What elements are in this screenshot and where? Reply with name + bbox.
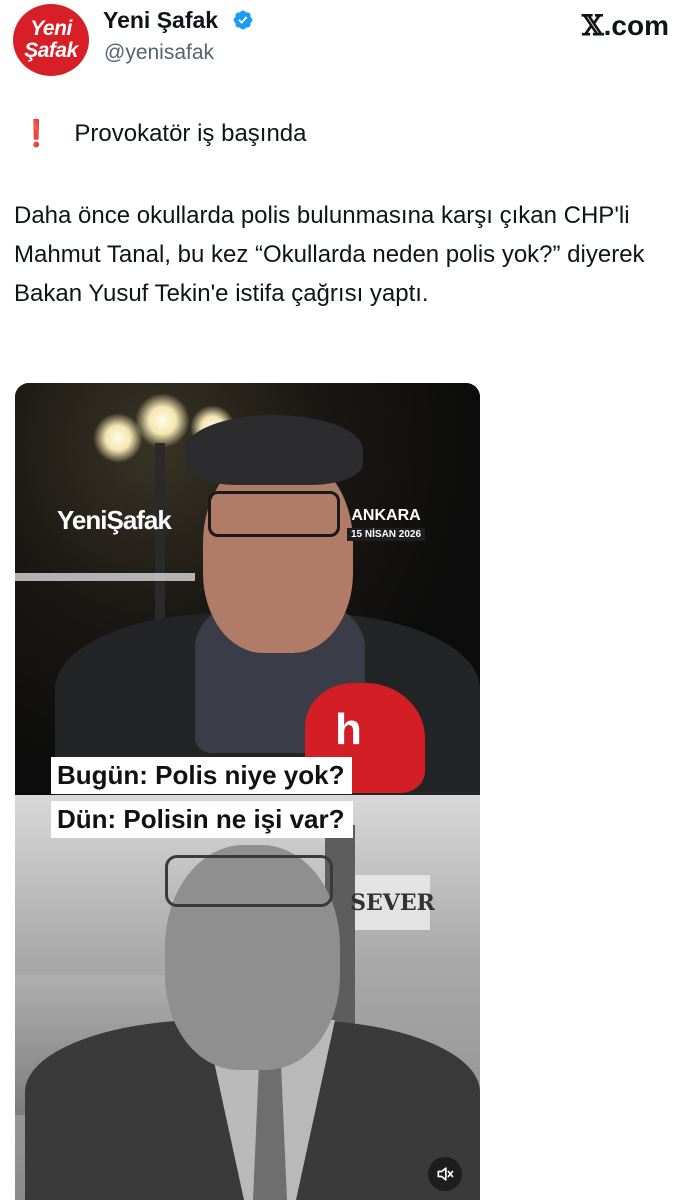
caption-top: Bugün: Polis niye yok? bbox=[51, 757, 353, 794]
x-logo-icon: 𝕏 bbox=[581, 9, 604, 42]
user-handle[interactable]: @yenisafak bbox=[104, 41, 214, 65]
tweet-header: Yeni Şafak Yeni Şafak @yenisafak 𝕏.com bbox=[0, 0, 696, 90]
post-body: Daha önce okullarda polis bulunmasına ka… bbox=[14, 202, 645, 307]
mute-button[interactable] bbox=[428, 1157, 462, 1191]
post-headline: ❗ Provokatör iş başında bbox=[20, 118, 307, 149]
street-lamp-light bbox=[135, 393, 190, 448]
x-com-suffix: .com bbox=[603, 10, 669, 41]
location-city: ANKARA bbox=[351, 507, 421, 524]
background-light-strip bbox=[15, 573, 195, 581]
location-date: 15 NİSAN 2026 bbox=[347, 528, 426, 541]
display-name[interactable]: Yeni Şafak bbox=[103, 7, 218, 34]
headline-text: Provokatör iş başında bbox=[74, 119, 307, 147]
exclamation-icon: ❗ bbox=[20, 118, 53, 148]
video-player[interactable]: h YeniŞafak ANKARA 15 NİSAN 2026 SEVER B… bbox=[15, 383, 480, 1200]
avatar-text-line1: Yeni bbox=[30, 17, 72, 40]
speaker-muted-icon bbox=[437, 1167, 454, 1181]
avatar-text-line2: Şafak bbox=[24, 39, 78, 62]
location-badge: ANKARA 15 NİSAN 2026 bbox=[347, 507, 426, 541]
shop-sign: SEVER bbox=[350, 875, 435, 930]
speaker-cap bbox=[185, 415, 363, 485]
mic-logo: h bbox=[335, 705, 362, 754]
x-com-logo[interactable]: 𝕏.com bbox=[582, 9, 669, 42]
yeni-safak-watermark: YeniŞafak bbox=[57, 505, 172, 535]
speaker-glasses bbox=[208, 491, 340, 537]
video-top-frame: h YeniŞafak ANKARA 15 NİSAN 2026 bbox=[15, 383, 480, 803]
caption-bottom: Dün: Polisin ne işi var? bbox=[51, 801, 353, 838]
avatar[interactable]: Yeni Şafak bbox=[13, 4, 89, 76]
verified-badge-icon bbox=[233, 10, 253, 30]
video-bottom-frame: SEVER bbox=[15, 795, 480, 1200]
speaker-glasses bbox=[165, 855, 333, 907]
